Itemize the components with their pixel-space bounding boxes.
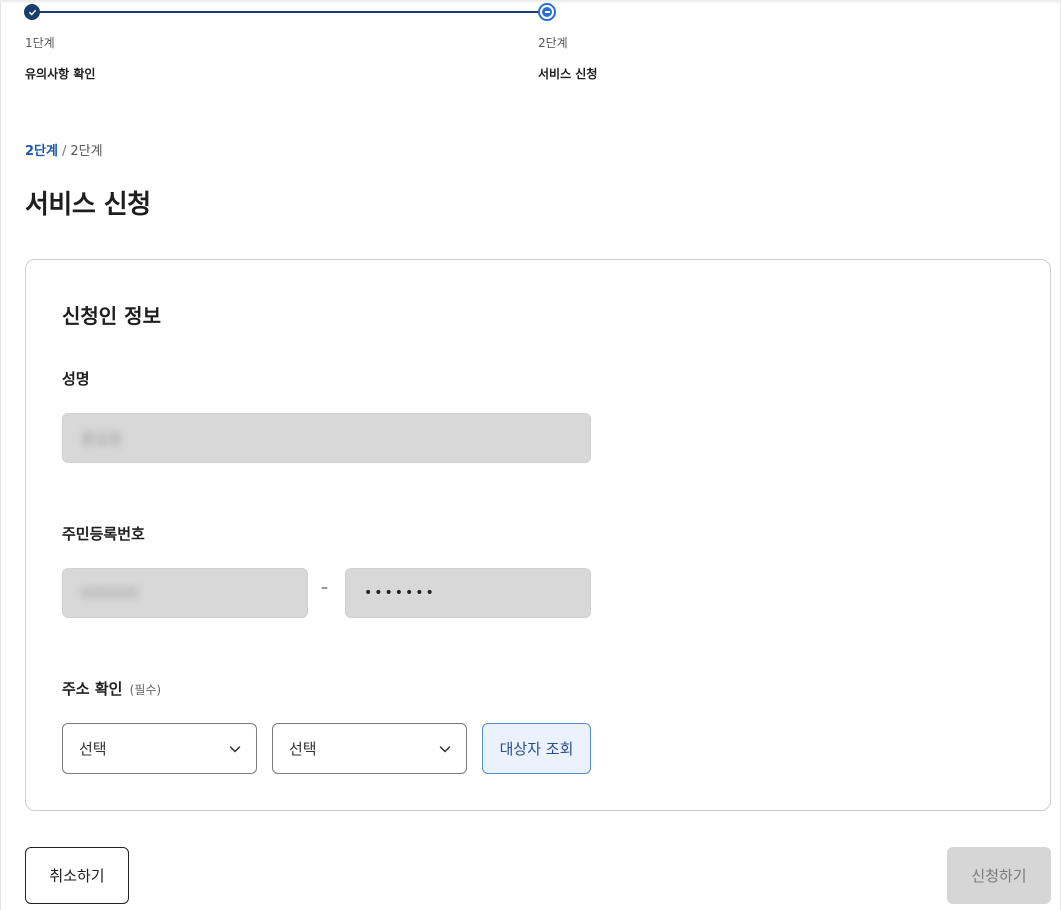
rrn-front-field: 000000 [62,568,308,618]
section-title: 신청인 정보 [62,304,161,328]
name-field: 홍길동 [62,413,591,463]
name-label: 성명 [62,370,90,388]
progress-stepper: 1단계 유의사항 확인 2단계 서비스 신청 [0,0,1061,100]
page-title: 서비스 신청 [25,190,151,220]
rrn-front-value: 000000 [81,584,139,602]
lookup-target-button[interactable]: 대상자 조회 [482,723,591,774]
step-2-name: 서비스 신청 [538,67,598,81]
address-select-2-value: 선택 [289,740,317,758]
step-1-check-icon [24,4,40,20]
stepper-line [32,11,547,13]
breadcrumb-separator: / [61,144,67,159]
rrn-back-masked: ••••••• [364,585,436,601]
name-value: 홍길동 [81,429,123,448]
address-select-1-value: 선택 [79,740,107,758]
breadcrumb: 2단계/2단계 [25,140,103,159]
step-1-number: 1단계 [25,36,55,50]
address-select-1[interactable]: 선택 [62,723,257,774]
address-label: 주소 확인 (필수) [62,678,161,699]
chevron-down-icon [439,745,451,752]
chevron-down-icon [229,745,241,752]
rrn-label: 주민등록번호 [62,525,145,543]
step-1-name: 유의사항 확인 [25,67,96,81]
step-2-current-icon [538,3,556,21]
address-select-2[interactable]: 선택 [272,723,467,774]
rrn-separator: – [321,580,328,596]
submit-button[interactable]: 신청하기 [947,847,1051,904]
cancel-button[interactable]: 취소하기 [25,847,129,904]
required-hint: (필수) [129,683,162,697]
applicant-info-card: 신청인 정보 성명 홍길동 주민등록번호 000000 – ••••••• 주소… [25,259,1051,811]
rrn-back-field: ••••••• [345,568,591,618]
step-2-number: 2단계 [538,36,568,50]
breadcrumb-total: 2단계 [70,144,103,159]
breadcrumb-current: 2단계 [25,144,58,159]
address-label-text: 주소 확인 [62,680,123,698]
